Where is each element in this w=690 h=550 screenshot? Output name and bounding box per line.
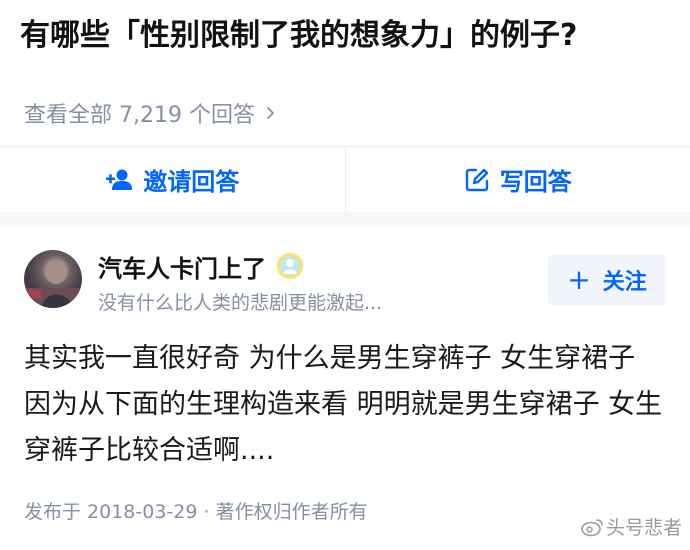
plus-icon: + [567,263,591,296]
add-user-icon [106,169,133,190]
follow-label: 关注 [602,270,647,295]
author-bio: 没有什么比人类的悲剧更能激起... [98,292,383,314]
chevron-right-icon [267,107,274,119]
answer-content[interactable]: 其实我一直很好奇 为什么是男生穿裤子 女生穿裙子 因为从下面的生理构造来看 明明… [24,336,664,474]
view-all-label: 查看全部 7,219 个回答 [24,103,255,128]
answer-meta: 发布于 2018-03-29 · 著作权归作者所有 [24,501,368,523]
write-answer-button[interactable]: 写回答 [344,147,690,212]
author-name[interactable]: 汽车人卡门上了 [98,250,304,283]
view-all-answers-link[interactable]: 查看全部 7,219 个回答 [24,96,277,130]
watermark-text: 头号悲者 [605,517,682,539]
question-title[interactable]: 有哪些「性别限制了我的想象力」的例子? [20,14,680,58]
question-action-bar: 邀请回答 写回答 [0,146,690,212]
watermark: 头号悲者 [580,513,682,540]
section-divider [0,212,690,226]
author-avatar[interactable] [24,250,82,308]
invite-answer-button[interactable]: 邀请回答 [0,147,345,212]
invite-answer-label: 邀请回答 [143,168,240,196]
weibo-logo-icon [581,518,603,536]
follow-button[interactable]: + 关注 [548,254,666,306]
write-answer-label: 写回答 [499,168,572,196]
user-badge-icon [277,253,303,279]
author-name-label: 汽车人卡门上了 [98,254,266,283]
edit-icon [465,168,488,191]
